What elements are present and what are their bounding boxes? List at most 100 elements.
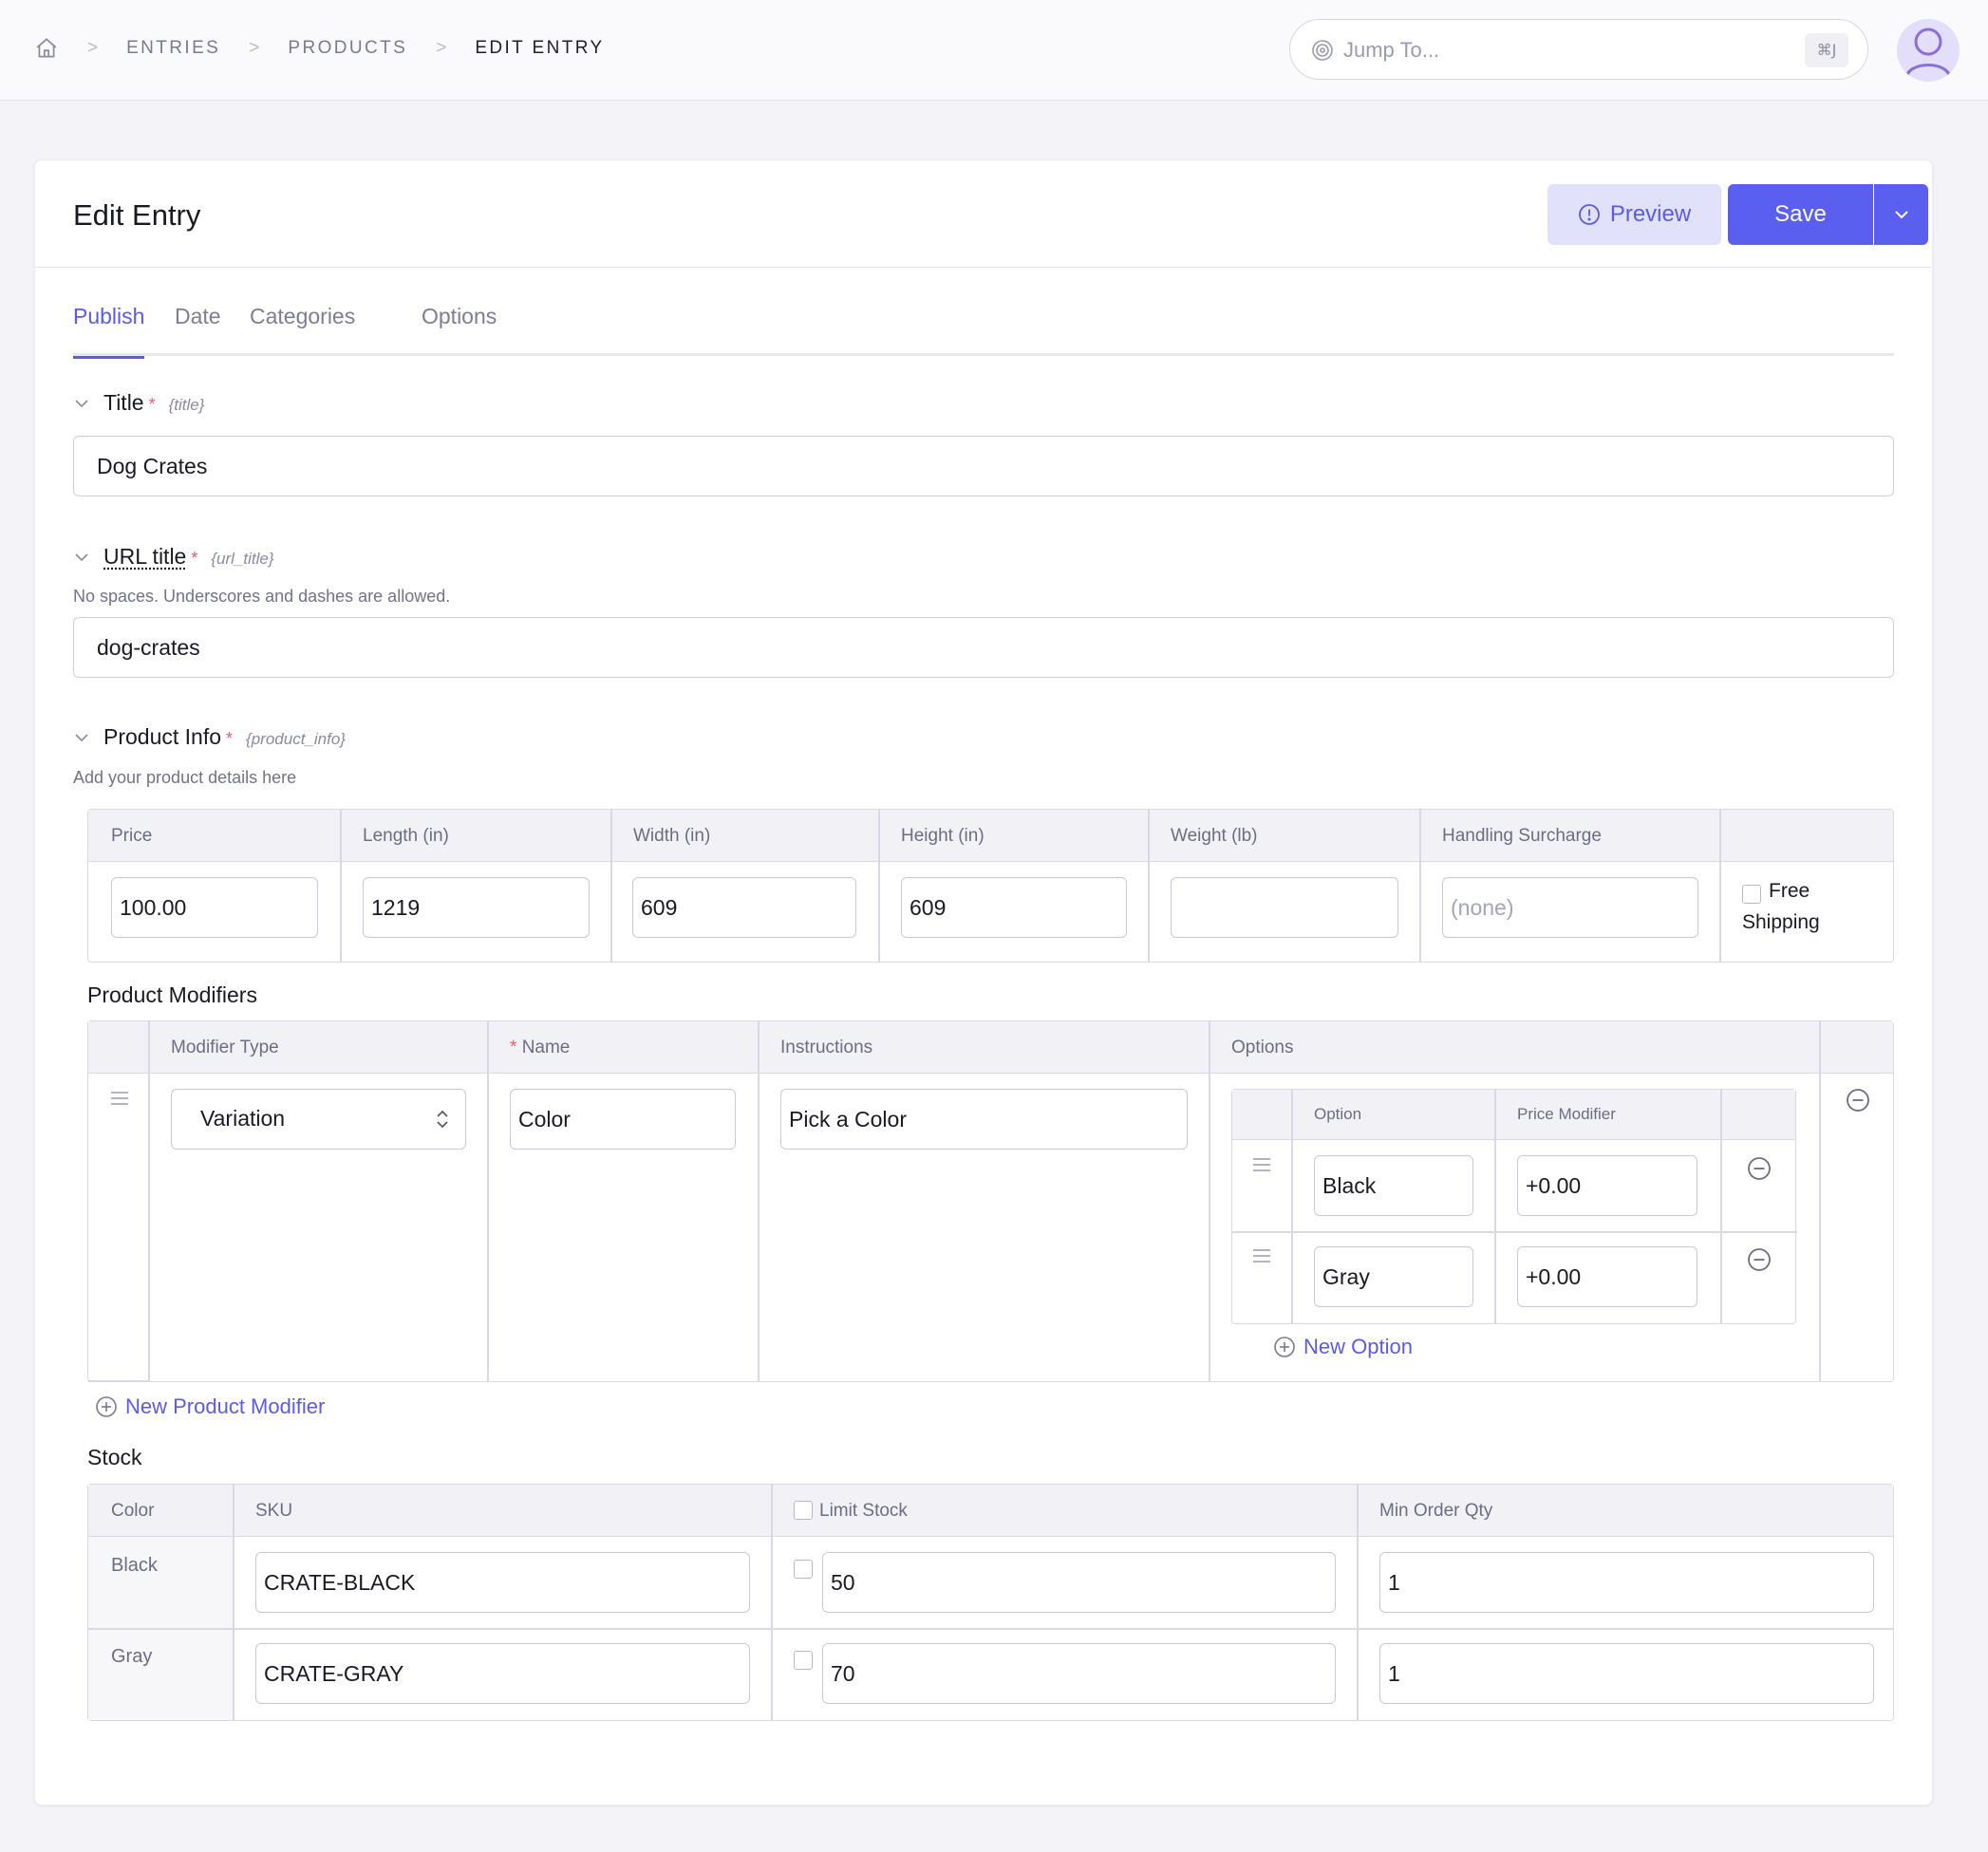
option-name-input[interactable] xyxy=(1314,1246,1473,1307)
handling-surcharge-input[interactable] xyxy=(1442,877,1698,938)
divider xyxy=(1357,1485,1359,1720)
product-info-field-label[interactable]: Product Info * {product_info} xyxy=(73,724,346,750)
title-shortname: {title} xyxy=(168,396,205,414)
product-info-help: Add your product details here xyxy=(73,768,297,787)
divider xyxy=(148,1021,150,1381)
tab-publish[interactable]: Publish xyxy=(73,293,145,359)
min-order-qty-input[interactable] xyxy=(1379,1643,1874,1704)
sku-input[interactable] xyxy=(255,1643,750,1704)
product-info-shortname: {product_info} xyxy=(246,730,346,748)
minus-circle-icon[interactable] xyxy=(1747,1247,1772,1272)
col-header-handling: Handling Surcharge xyxy=(1442,826,1602,846)
url-title-shortname: {url_title} xyxy=(211,550,274,568)
height-input[interactable] xyxy=(901,877,1127,938)
option-price-input[interactable] xyxy=(1517,1155,1697,1216)
free-shipping-label-1: Free xyxy=(1769,880,1810,902)
stock-limit-input[interactable] xyxy=(822,1552,1336,1613)
col-header-options: Options xyxy=(1231,1038,1294,1057)
product-info-label: Product Info xyxy=(103,724,222,749)
sku-input[interactable] xyxy=(255,1552,750,1613)
stock-grid: Color SKU Limit Stock Min Order Qty Blac… xyxy=(87,1484,1894,1721)
divider xyxy=(1494,1090,1496,1323)
product-modifiers-title: Product Modifiers xyxy=(87,982,257,1007)
breadcrumb-products[interactable]: PRODUCTS xyxy=(288,38,407,59)
col-header-price: Price xyxy=(111,826,153,846)
divider xyxy=(878,810,880,962)
save-button[interactable]: Save xyxy=(1728,184,1873,245)
divider xyxy=(1291,1090,1293,1323)
free-shipping-checkbox[interactable] xyxy=(1742,885,1761,904)
save-options-button[interactable] xyxy=(1874,184,1928,245)
stock-limit-input[interactable] xyxy=(822,1643,1336,1704)
option-price-input[interactable] xyxy=(1517,1246,1697,1307)
drag-handle-icon[interactable] xyxy=(111,1092,128,1105)
jump-to-input[interactable] xyxy=(1343,33,1742,67)
jump-icon xyxy=(1312,40,1333,61)
title-label: Title xyxy=(103,390,144,415)
weight-input[interactable] xyxy=(1171,877,1398,938)
required-marker: * xyxy=(226,729,234,748)
avatar-icon xyxy=(1904,28,1952,79)
breadcrumb-separator: > xyxy=(436,38,447,58)
col-header-color: Color xyxy=(111,1501,155,1521)
stock-row-color: Gray xyxy=(111,1646,153,1667)
url-title-label: URL title xyxy=(103,544,187,569)
chevron-down-icon[interactable] xyxy=(73,549,90,566)
new-option-button[interactable]: New Option xyxy=(1273,1335,1413,1359)
option-name-input[interactable] xyxy=(1314,1155,1473,1216)
divider xyxy=(1719,810,1721,962)
product-modifiers-grid: Modifier Type * Name Instructions Option… xyxy=(87,1020,1894,1382)
col-header-sku: SKU xyxy=(255,1501,293,1521)
stock-grid-header xyxy=(88,1485,1893,1537)
limit-stock-checkbox[interactable] xyxy=(794,1560,813,1579)
col-header-limit-stock: Limit Stock xyxy=(819,1501,908,1521)
chevron-down-icon xyxy=(1894,211,1908,219)
price-input[interactable] xyxy=(111,877,318,938)
title-input[interactable] xyxy=(73,436,1894,496)
minus-circle-icon[interactable] xyxy=(1747,1156,1772,1181)
modifier-instructions-input[interactable] xyxy=(780,1089,1188,1150)
breadcrumb-entries[interactable]: ENTRIES xyxy=(126,38,220,59)
jump-shortcut-badge: ⌘J xyxy=(1805,33,1848,67)
drag-handle-icon[interactable] xyxy=(1253,1158,1270,1171)
drag-handle-icon[interactable] xyxy=(1253,1249,1270,1263)
home-icon[interactable] xyxy=(34,36,59,61)
col-header-weight: Weight (lb) xyxy=(1171,826,1258,846)
length-input[interactable] xyxy=(363,877,590,938)
minus-circle-icon[interactable] xyxy=(1846,1088,1870,1113)
limit-stock-checkbox[interactable] xyxy=(794,1651,813,1670)
plus-circle-icon xyxy=(96,1396,117,1417)
divider xyxy=(1148,810,1150,962)
col-header-option: Option xyxy=(1314,1105,1362,1123)
divider xyxy=(487,1021,489,1381)
chevron-down-icon[interactable] xyxy=(73,395,90,412)
width-input[interactable] xyxy=(632,877,856,938)
stock-row-color: Black xyxy=(111,1555,158,1576)
min-order-qty-input[interactable] xyxy=(1379,1552,1874,1613)
jump-to-search[interactable]: ⌘J xyxy=(1289,19,1868,80)
avatar[interactable] xyxy=(1897,19,1960,82)
url-title-input[interactable] xyxy=(73,617,1894,678)
card-header: Edit Entry Preview Save xyxy=(35,160,1932,268)
modifier-type-select[interactable]: Variation xyxy=(171,1089,466,1150)
col-header-modifier-type: Modifier Type xyxy=(171,1038,279,1057)
col-header-min-order-qty: Min Order Qty xyxy=(1379,1501,1493,1521)
divider xyxy=(610,810,612,962)
tab-options[interactable]: Options xyxy=(422,293,497,356)
required-marker: * xyxy=(148,395,156,414)
breadcrumb: > ENTRIES > PRODUCTS > EDIT ENTRY xyxy=(34,36,605,61)
modifier-name-input[interactable] xyxy=(510,1089,736,1150)
chevron-down-icon[interactable] xyxy=(73,729,90,746)
breadcrumb-edit-entry: EDIT ENTRY xyxy=(475,38,605,58)
preview-button[interactable]: Preview xyxy=(1547,184,1721,245)
tab-date[interactable]: Date xyxy=(175,293,221,356)
title-field-label[interactable]: Title * {title} xyxy=(73,390,204,416)
tab-categories[interactable]: Categories xyxy=(250,293,355,356)
breadcrumb-separator: > xyxy=(87,38,99,58)
breadcrumb-separator: > xyxy=(249,38,260,58)
col-header-price-modifier: Price Modifier xyxy=(1517,1105,1616,1123)
url-title-field-label[interactable]: URL title * {url_title} xyxy=(73,544,274,570)
edit-entry-card: Edit Entry Preview Save Publish Date Cat… xyxy=(34,159,1933,1805)
new-product-modifier-button[interactable]: New Product Modifier xyxy=(95,1394,325,1419)
options-grid: Option Price Modifier xyxy=(1231,1089,1797,1324)
